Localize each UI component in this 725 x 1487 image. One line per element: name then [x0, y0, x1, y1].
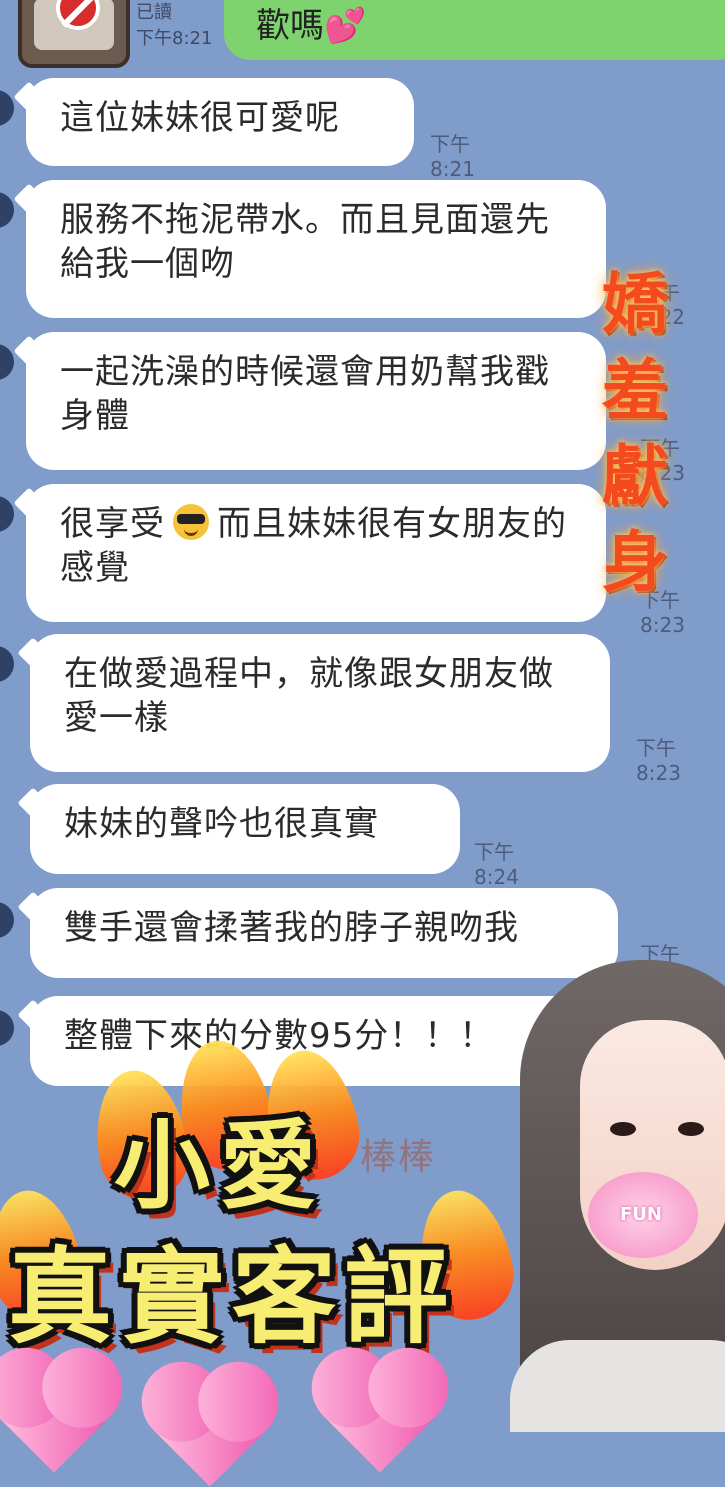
- heart-icon: [0, 1359, 111, 1473]
- avatar[interactable]: [0, 344, 14, 380]
- stamp-text: 棒棒: [360, 1137, 437, 1178]
- eye: [610, 1122, 636, 1136]
- received-message-bubble[interactable]: 這位妹妹很可愛呢: [26, 78, 414, 166]
- message-text-start: 很享受: [60, 504, 165, 544]
- received-message-bubble[interactable]: 妹妹的聲吟也很真實: [30, 784, 460, 874]
- heart-icon: [153, 1373, 267, 1487]
- sunglasses-emoji-icon: [173, 504, 209, 540]
- shirt: [510, 1340, 725, 1432]
- received-message-bubble[interactable]: 一起洗澡的時候還會用奶幫我戳身體: [26, 332, 606, 470]
- message-text: 在做愛過程中，就像跟女朋友做愛一樣: [64, 654, 554, 738]
- avatar[interactable]: [0, 902, 14, 938]
- message-text: 服務不拖泥帶水。而且見面還先給我一個吻: [60, 200, 550, 284]
- avatar[interactable]: [0, 496, 14, 532]
- sticker-text: FUN: [620, 1204, 662, 1225]
- slogan-char: 獻: [602, 438, 668, 515]
- received-message-bubble[interactable]: 很享受 而且妹妹很有女朋友的感覺: [26, 484, 606, 622]
- promo-title-line2: 真實客評: [8, 1236, 457, 1358]
- sent-message-bubble[interactable]: 歡嗎💕: [224, 0, 725, 60]
- portrait-photo: FUN: [510, 960, 725, 1432]
- message-text: 一起洗澡的時候還會用奶幫我戳身體: [60, 352, 550, 436]
- chat-screen: 已讀 下午8:21 歡嗎💕 這位妹妹很可愛呢 下午 8:21 服務不拖泥帶水。而…: [0, 0, 725, 1487]
- slogan-char: 羞: [602, 352, 668, 429]
- avatar[interactable]: [18, 0, 130, 68]
- message-time: 下午 8:21: [430, 132, 475, 181]
- heart-emoji-icon: 💕: [324, 6, 367, 46]
- slogan-char: 嬌: [602, 266, 668, 343]
- read-status: 已讀: [136, 2, 172, 23]
- promo-title-line1: 小愛: [114, 1110, 326, 1222]
- message-time: 下午8:21: [136, 28, 213, 49]
- message-text: 這位妹妹很可愛呢: [60, 98, 340, 138]
- eye: [678, 1122, 704, 1136]
- avatar[interactable]: [0, 192, 14, 228]
- slogan-char: 身: [602, 524, 668, 601]
- avatar[interactable]: [0, 646, 14, 682]
- message-text: 妹妹的聲吟也很真實: [64, 804, 379, 844]
- avatar[interactable]: [0, 90, 14, 126]
- message-meta: 已讀 下午8:21: [136, 0, 212, 52]
- received-message-bubble[interactable]: 在做愛過程中，就像跟女朋友做愛一樣: [30, 634, 610, 772]
- sent-message-text: 歡嗎💕: [256, 0, 366, 47]
- sent-message-content: 歡嗎: [256, 6, 324, 46]
- message-time: 下午 8:24: [474, 840, 519, 889]
- vertical-slogan: 嬌 羞 獻 身: [602, 262, 702, 606]
- message-text: 雙手還會揉著我的脖子親吻我: [64, 908, 519, 948]
- message-time: 下午 8:23: [636, 736, 681, 785]
- received-message-bubble[interactable]: 服務不拖泥帶水。而且見面還先給我一個吻: [26, 180, 606, 318]
- heart-icon: [323, 1359, 437, 1473]
